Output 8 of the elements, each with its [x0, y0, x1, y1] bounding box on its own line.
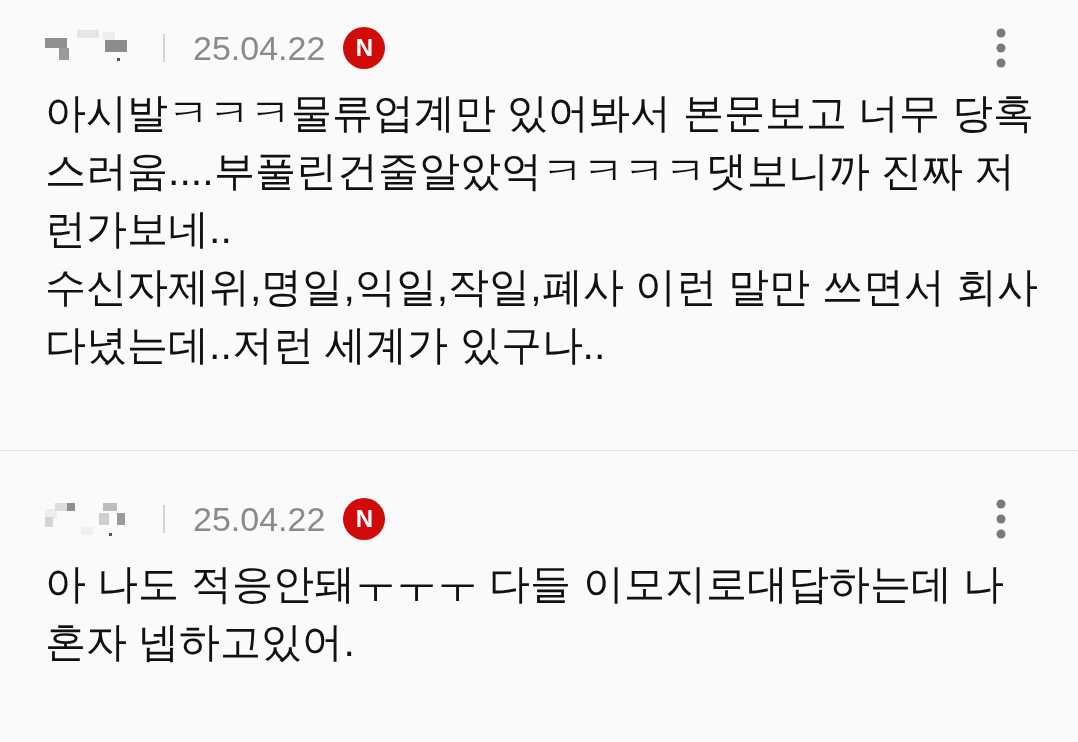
comment-text: 아시발ㅋㅋㅋ물류업계만 있어봐서 본문보고 너무 당혹 스러움....부풀린건줄알았억ㅋㅋㅋㅋ댓보니까 진짜 저 런가보네.. 수신자제위,명일,익일,작일,폐사 이런 말만 쓰면서 회사 다녔는데..저런 세계가 있구나..	[45, 89, 1040, 370]
new-badge: N	[343, 498, 386, 540]
more-menu-icon[interactable]	[996, 499, 1006, 539]
comment-date: 25.04.22	[193, 502, 326, 536]
new-badge: N	[343, 27, 386, 69]
comment-date: 25.04.22	[193, 31, 326, 65]
more-menu-icon[interactable]	[996, 28, 1006, 68]
comment-text: 아 나도 적응안돼ㅜㅜㅜ 다들 이모지로대답하는데 나 혼자 넵하고있어.	[45, 560, 1005, 667]
